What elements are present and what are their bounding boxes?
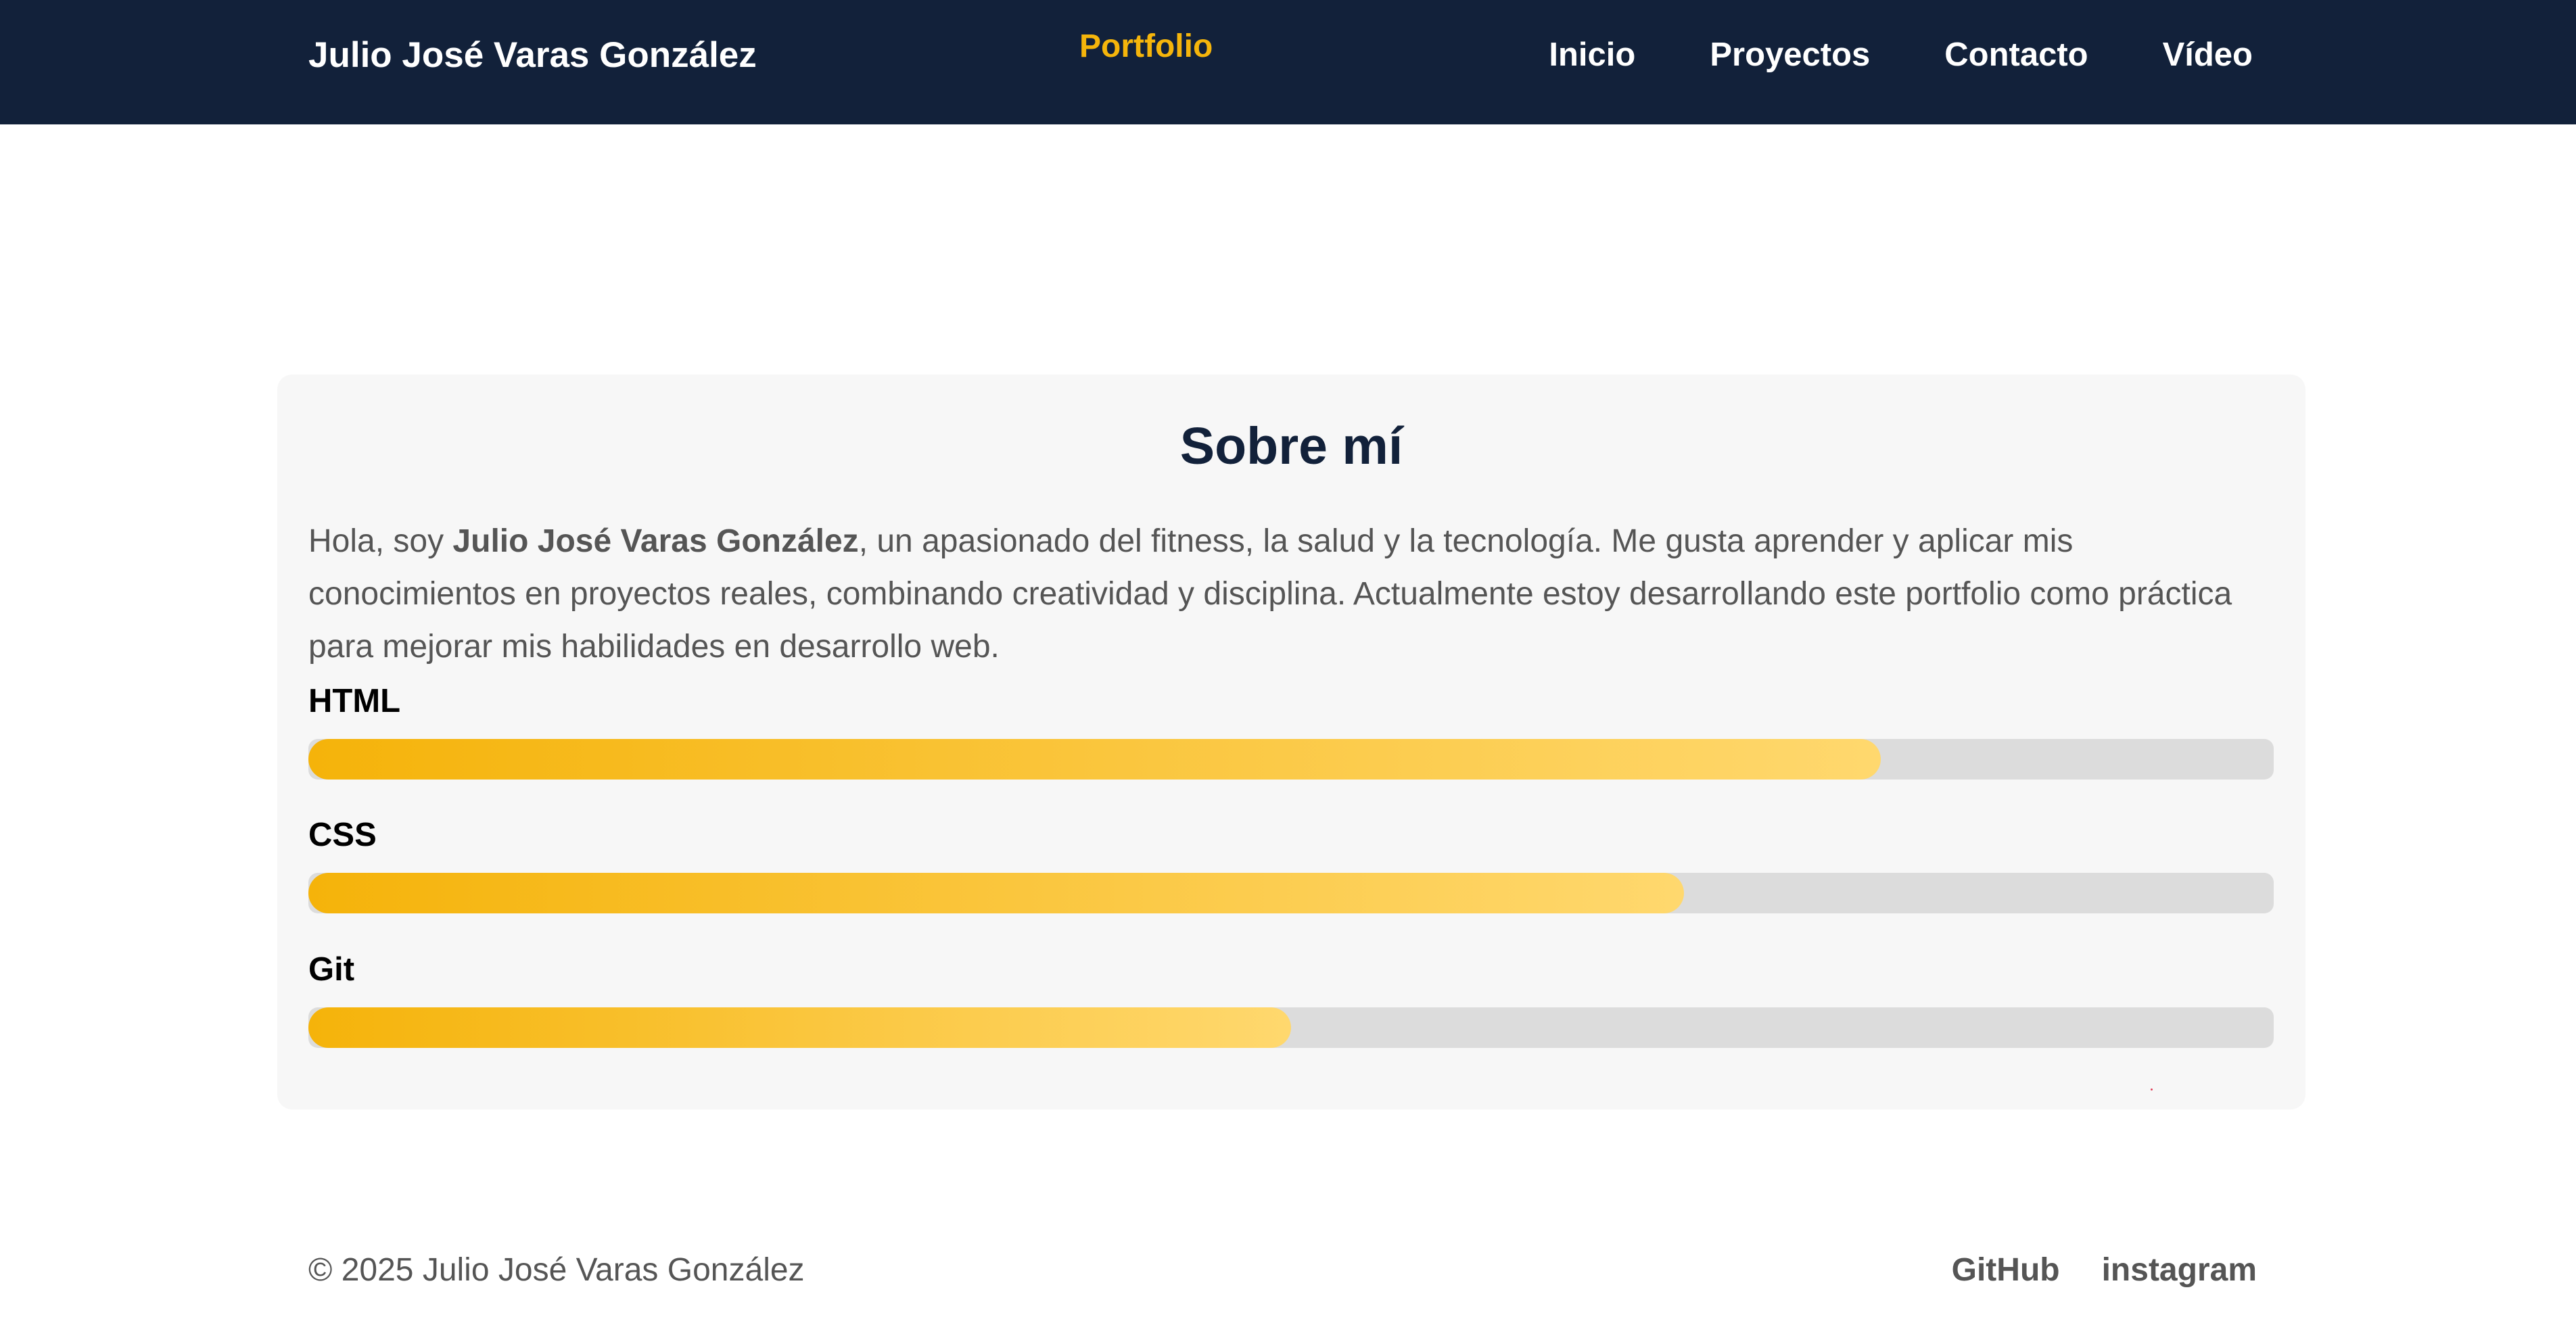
nav-link-inicio[interactable]: Inicio [1549,35,1635,75]
nav-link-proyectos[interactable]: Proyectos [1710,35,1870,75]
brand-name[interactable]: Julio José Varas González [308,34,757,77]
intro-prefix: Hola, soy [308,523,453,559]
footer-link-github[interactable]: GitHub [1952,1251,2060,1290]
skill-bar-fill-html [308,739,1881,780]
about-card: Sobre mí Hola, soy Julio José Varas Gonz… [277,375,2305,1109]
skill-bar-fill-git [308,1007,1291,1048]
about-title: Sobre mí [1179,417,1403,475]
nav-link-contacto[interactable]: Contacto [1944,35,2088,75]
skill-bar-css [308,873,2274,913]
section-title: Portfolio [1079,28,1213,64]
skill-label-git: Git [308,951,355,988]
skill-bar-html [308,739,2274,780]
skill-bar-git [308,1007,2274,1048]
about-intro: Hola, soy Julio José Varas González, un … [308,515,2276,673]
skill-bar-fill-css [308,873,1685,913]
skill-label-css: CSS [308,817,377,853]
site-header: Julio José Varas González Portfolio Inic… [0,0,2576,124]
copyright-text: © 2025 Julio José Varas González [308,1252,805,1288]
intro-name: Julio José Varas González [452,523,859,559]
skill-label-html: HTML [308,683,401,719]
footer-link-instagram[interactable]: instagram [2102,1251,2257,1290]
footer-links: GitHub instagram [1952,1251,2257,1290]
nav-link-video[interactable]: Vídeo [2163,35,2253,75]
decorative-dot [2151,1088,2153,1091]
main-nav: Inicio Proyectos Contacto Vídeo [1549,35,2253,75]
